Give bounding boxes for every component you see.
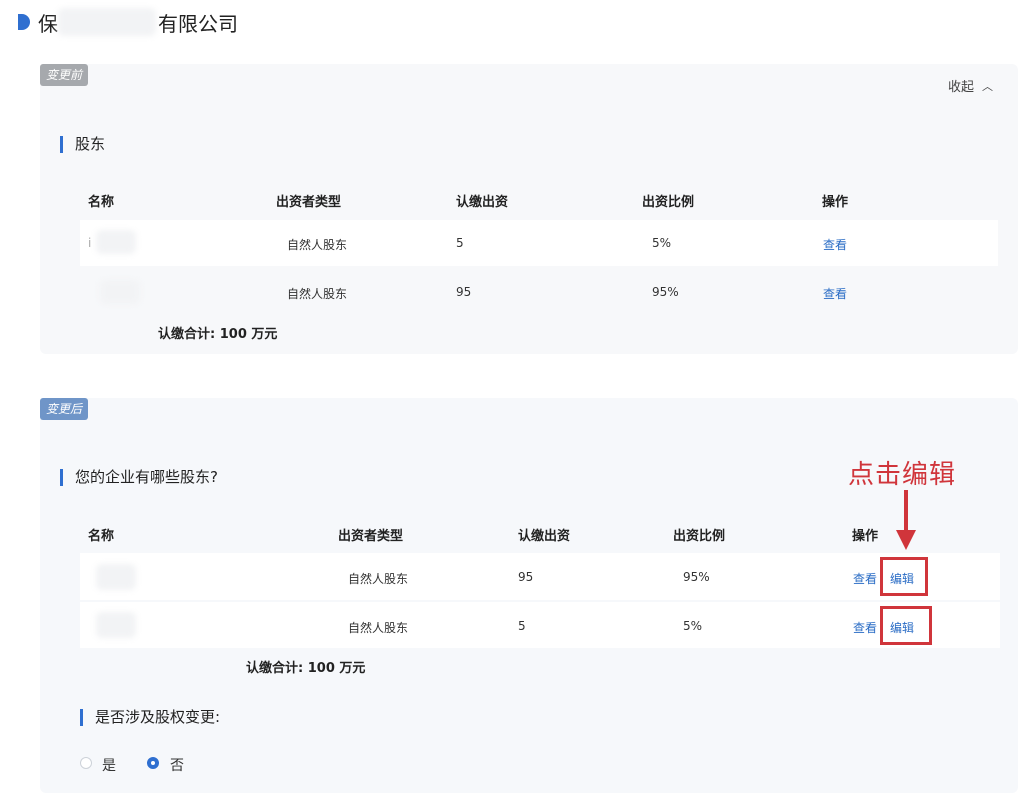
redacted-company-name <box>58 8 156 36</box>
view-link[interactable]: 查看 <box>853 619 877 636</box>
subscribed-amount: 5 <box>456 236 464 250</box>
redacted-name <box>100 280 140 304</box>
investor-type: 自然人股东 <box>287 287 348 301</box>
table-row <box>80 220 998 266</box>
highlight-box <box>880 557 928 596</box>
share-ratio: 5% <box>652 236 672 250</box>
col-header-subscribed: 认缴出资 <box>518 529 571 544</box>
radio-no-label: 否 <box>170 758 184 774</box>
highlight-box <box>880 606 932 645</box>
annotation-text: 点击编辑 <box>848 460 957 490</box>
share-ratio: 5% <box>683 619 703 633</box>
investor-type: 自然人股东 <box>348 621 409 635</box>
col-header-action: 操作 <box>822 195 849 210</box>
radio-yes-label: 是 <box>102 758 116 774</box>
collapse-button[interactable]: 收起 ︿ <box>948 76 993 95</box>
redacted-name <box>96 230 136 254</box>
view-link[interactable]: 查看 <box>823 236 847 253</box>
redacted-name <box>96 612 136 638</box>
annotation-arrow-icon <box>896 490 916 550</box>
subscribed-amount: 95 <box>456 285 472 299</box>
subscribed-amount: 5 <box>518 619 526 633</box>
shareholders-question-title: 您的企业有哪些股东? <box>60 469 218 486</box>
col-header-ratio: 出资比例 <box>673 529 726 544</box>
investor-type: 自然人股东 <box>287 238 348 252</box>
equity-change-question: 是否涉及股权变更: <box>80 709 220 726</box>
view-link[interactable]: 查看 <box>823 285 847 302</box>
view-link[interactable]: 查看 <box>853 570 877 587</box>
subscribed-amount: 95 <box>518 570 534 584</box>
radio-yes[interactable] <box>80 757 92 769</box>
shareholders-section-title: 股东 <box>60 136 105 153</box>
share-ratio: 95% <box>652 285 679 299</box>
col-header-investor-type: 出资者类型 <box>338 529 404 544</box>
col-header-ratio: 出资比例 <box>642 195 695 210</box>
before-change-card <box>40 64 1018 354</box>
col-header-subscribed: 认缴出资 <box>456 195 509 210</box>
company-marker-icon <box>18 14 30 30</box>
shareholder-name: i <box>88 236 92 250</box>
company-name-suffix: 有限公司 <box>158 12 238 36</box>
before-change-tag: 变更前 <box>40 64 89 86</box>
col-header-name: 名称 <box>88 529 115 544</box>
subscribed-total: 认缴合计: 100 万元 <box>158 327 278 342</box>
col-header-investor-type: 出资者类型 <box>276 195 342 210</box>
after-change-tag: 变更后 <box>40 398 89 420</box>
redacted-name <box>96 564 136 590</box>
investor-type: 自然人股东 <box>348 572 409 586</box>
col-header-action: 操作 <box>852 529 879 544</box>
col-header-name: 名称 <box>88 195 115 210</box>
subscribed-total: 认缴合计: 100 万元 <box>246 661 366 676</box>
company-name-prefix: 保 <box>38 12 58 36</box>
radio-no[interactable] <box>147 757 159 769</box>
collapse-label: 收起 <box>948 80 975 95</box>
share-ratio: 95% <box>683 570 710 584</box>
chevron-up-icon: ︿ <box>982 80 994 93</box>
